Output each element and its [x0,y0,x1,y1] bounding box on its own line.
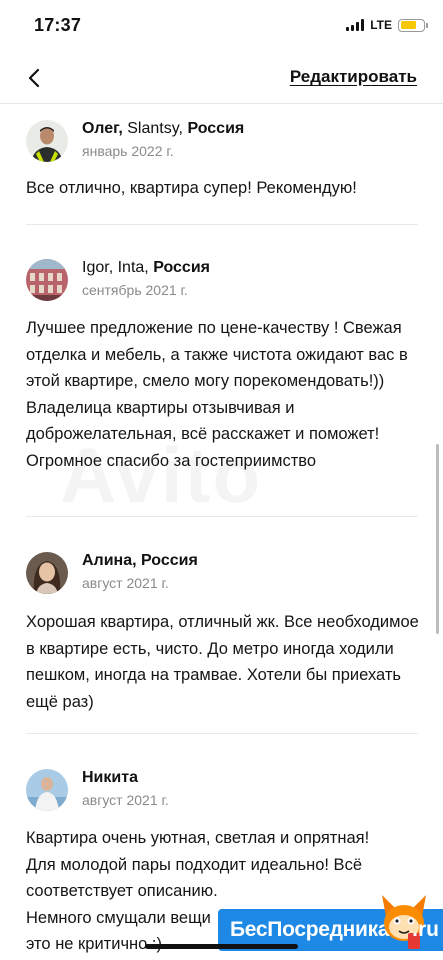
author-name: Олег, [82,120,123,137]
review-text: Хорошая квартира, отличный жк. Все необх… [26,613,419,711]
chevron-left-icon [28,68,40,88]
review-author: Никита [82,769,138,787]
banner-text: БесПосредника [230,918,390,941]
author-country: Россия [153,259,210,276]
avatar [26,120,68,162]
review-author: Igor, Inta, Россия [82,259,210,277]
review-text: Все отлично, квартира супер! Рекомендую! [26,179,357,197]
banner-suffix: .ru [412,918,439,941]
author-name: Алина, [82,552,137,569]
avatar [26,769,68,811]
review-author: Олег, Slantsy, Россия [82,120,244,138]
review-author: Алина, Россия [82,552,198,570]
review-date: сентябрь 2021 г. [82,282,188,298]
review-text-line: Для молодой пары подходит идеально! Всё [26,855,362,874]
status-bar: 17:37 LTE [0,0,443,52]
network-label: LTE [370,18,392,32]
author-country: Россия [187,120,245,137]
home-indicator [145,944,298,949]
review-text-line: Квартира очень уютная, светлая и опрятна… [26,829,370,847]
review-text: Лучшее предложение по цене-качеству ! Св… [26,319,408,470]
divider [26,516,418,517]
avatar [26,552,68,594]
status-time: 17:37 [34,15,82,35]
status-indicators: LTE [346,18,428,32]
author-city: Slantsy, [127,120,183,137]
divider [26,224,418,225]
edit-link[interactable]: Редактировать [290,67,417,87]
avatar [26,259,68,301]
review-date: август 2021 г. [82,792,169,808]
back-button[interactable] [20,64,48,92]
review-date: август 2021 г. [82,575,169,591]
divider [26,733,418,734]
scrollbar[interactable] [436,444,439,634]
nav-bar: Редактировать [0,52,443,104]
review-text-line: соответствует описанию. [26,882,218,900]
review-date: январь 2022 г. [82,143,174,159]
author-name: Igor, [82,259,114,276]
author-city: Inta, [117,259,149,276]
battery-icon [398,18,428,32]
author-country: Россия [141,552,198,569]
author-name: Никита [82,769,138,786]
signal-icon [346,19,365,31]
